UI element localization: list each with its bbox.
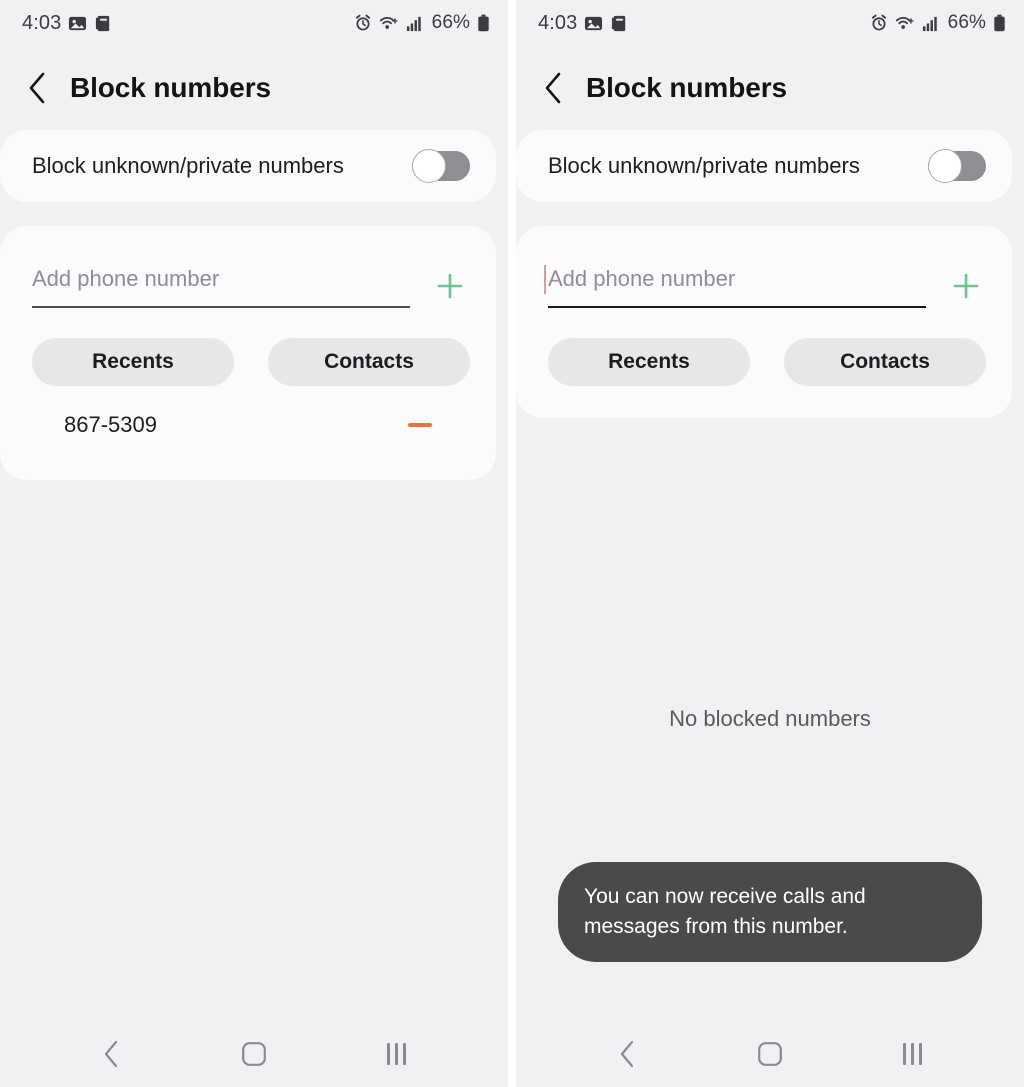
status-time: 4:03	[22, 11, 62, 34]
plus-icon	[437, 273, 463, 299]
add-number-card-right: Add phone number Recents Contacts	[516, 226, 1012, 418]
nav-back-icon	[621, 1040, 634, 1068]
input-underline-focused	[548, 305, 926, 308]
toggle-knob	[412, 149, 446, 183]
nav-home-icon	[242, 1042, 266, 1066]
back-chevron-icon[interactable]	[26, 71, 48, 105]
page-header: Block numbers	[0, 46, 508, 130]
block-unknown-setting-row-right[interactable]: Block unknown/private numbers	[516, 130, 1012, 202]
block-unknown-toggle[interactable]	[412, 149, 470, 183]
add-phone-number-placeholder-right: Add phone number	[544, 264, 735, 294]
source-chip-row-right: Recents Contacts	[548, 338, 986, 394]
back-chevron-icon[interactable]	[542, 71, 564, 105]
source-chip-row: Recents Contacts	[32, 338, 470, 394]
wifi-icon	[379, 16, 398, 29]
left-phone-screen: 4:03 66% Block numbers Block unknown/pri…	[0, 0, 508, 1087]
battery-icon	[478, 14, 489, 32]
page-title: Block numbers	[70, 72, 271, 103]
block-unknown-label: Block unknown/private numbers	[32, 153, 344, 178]
add-number-button[interactable]	[430, 266, 470, 306]
page-title-right: Block numbers	[586, 72, 787, 103]
empty-state-message: No blocked numbers	[669, 706, 871, 731]
gallery-icon	[69, 16, 87, 30]
minus-icon	[408, 423, 432, 427]
add-number-field-row-right: Add phone number	[544, 264, 986, 308]
battery-percent: 66%	[431, 12, 470, 33]
add-phone-number-input[interactable]: Add phone number	[32, 264, 410, 308]
status-bar-left: 4:03	[22, 12, 113, 35]
settings-card-area: Block unknown/private numbers Add phone …	[0, 130, 508, 480]
battery-icon	[994, 14, 1005, 32]
block-unknown-toggle-right[interactable]	[928, 149, 986, 183]
remove-blocked-number-button[interactable]	[400, 405, 440, 445]
nav-home-button[interactable]	[218, 1029, 290, 1079]
block-unknown-label-right: Block unknown/private numbers	[548, 153, 860, 178]
nav-recents-icon	[387, 1043, 407, 1065]
nav-home-button-right[interactable]	[734, 1029, 806, 1079]
add-phone-number-input-focused[interactable]: Add phone number	[544, 264, 926, 308]
nav-recents-icon	[903, 1043, 923, 1065]
gallery-icon	[585, 16, 603, 30]
signal-icon	[922, 16, 937, 31]
nav-recents-button[interactable]	[361, 1029, 433, 1079]
right-phone-screen: 4:03 66% Block numbers Block unknown/pri…	[516, 0, 1024, 1087]
contacts-chip-label-right: Contacts	[840, 350, 930, 373]
android-nav-bar	[0, 1021, 508, 1087]
nav-back-button[interactable]	[75, 1029, 147, 1079]
add-number-card: Add phone number Recents Contacts 867-53…	[0, 226, 496, 480]
android-nav-bar-right	[516, 1021, 1024, 1087]
recents-chip-label-right: Recents	[608, 350, 690, 373]
alarm-icon	[871, 14, 886, 31]
recents-chip-label: Recents	[92, 350, 174, 373]
add-number-button-right[interactable]	[946, 266, 986, 306]
signal-icon	[406, 16, 421, 31]
wifi-icon	[895, 16, 914, 29]
recents-chip-right[interactable]: Recents	[548, 338, 750, 386]
nav-home-icon	[758, 1042, 782, 1066]
status-bar-right-screen: 4:03 66%	[516, 0, 1024, 46]
recents-chip[interactable]: Recents	[32, 338, 234, 386]
app-icon	[612, 15, 626, 31]
status-bar-right: 66%	[354, 12, 490, 34]
add-phone-number-placeholder: Add phone number	[32, 266, 220, 291]
status-time-right: 4:03	[538, 11, 578, 34]
contacts-chip-label: Contacts	[324, 350, 414, 373]
input-underline	[32, 306, 410, 308]
alarm-icon	[355, 14, 370, 31]
add-number-field-row: Add phone number	[32, 264, 470, 308]
toggle-knob	[928, 149, 962, 183]
page-header-right: Block numbers	[516, 46, 1024, 130]
status-bar-right-icons-right-screen: 66%	[870, 12, 1006, 34]
nav-recents-button-right[interactable]	[877, 1029, 949, 1079]
status-bar: 4:03 66%	[0, 0, 508, 46]
contacts-chip-right[interactable]: Contacts	[784, 338, 986, 386]
dual-screenshot-stage: 4:03 66% Block numbers Block unknown/pri…	[0, 0, 1024, 1087]
blocked-number-value: 867-5309	[64, 412, 157, 437]
nav-back-button-right[interactable]	[591, 1029, 663, 1079]
plus-icon	[953, 273, 979, 299]
settings-card-area-right: Block unknown/private numbers Add phone …	[516, 130, 1024, 418]
toast-message: You can now receive calls and messages f…	[558, 862, 982, 962]
text-cursor	[544, 265, 546, 294]
contacts-chip[interactable]: Contacts	[268, 338, 470, 386]
blocked-number-row[interactable]: 867-5309	[32, 394, 470, 456]
status-bar-left-right-screen: 4:03	[538, 12, 629, 35]
battery-percent-right: 66%	[947, 12, 986, 33]
nav-back-icon	[105, 1040, 118, 1068]
app-icon	[96, 15, 110, 31]
block-unknown-setting-row[interactable]: Block unknown/private numbers	[0, 130, 496, 202]
